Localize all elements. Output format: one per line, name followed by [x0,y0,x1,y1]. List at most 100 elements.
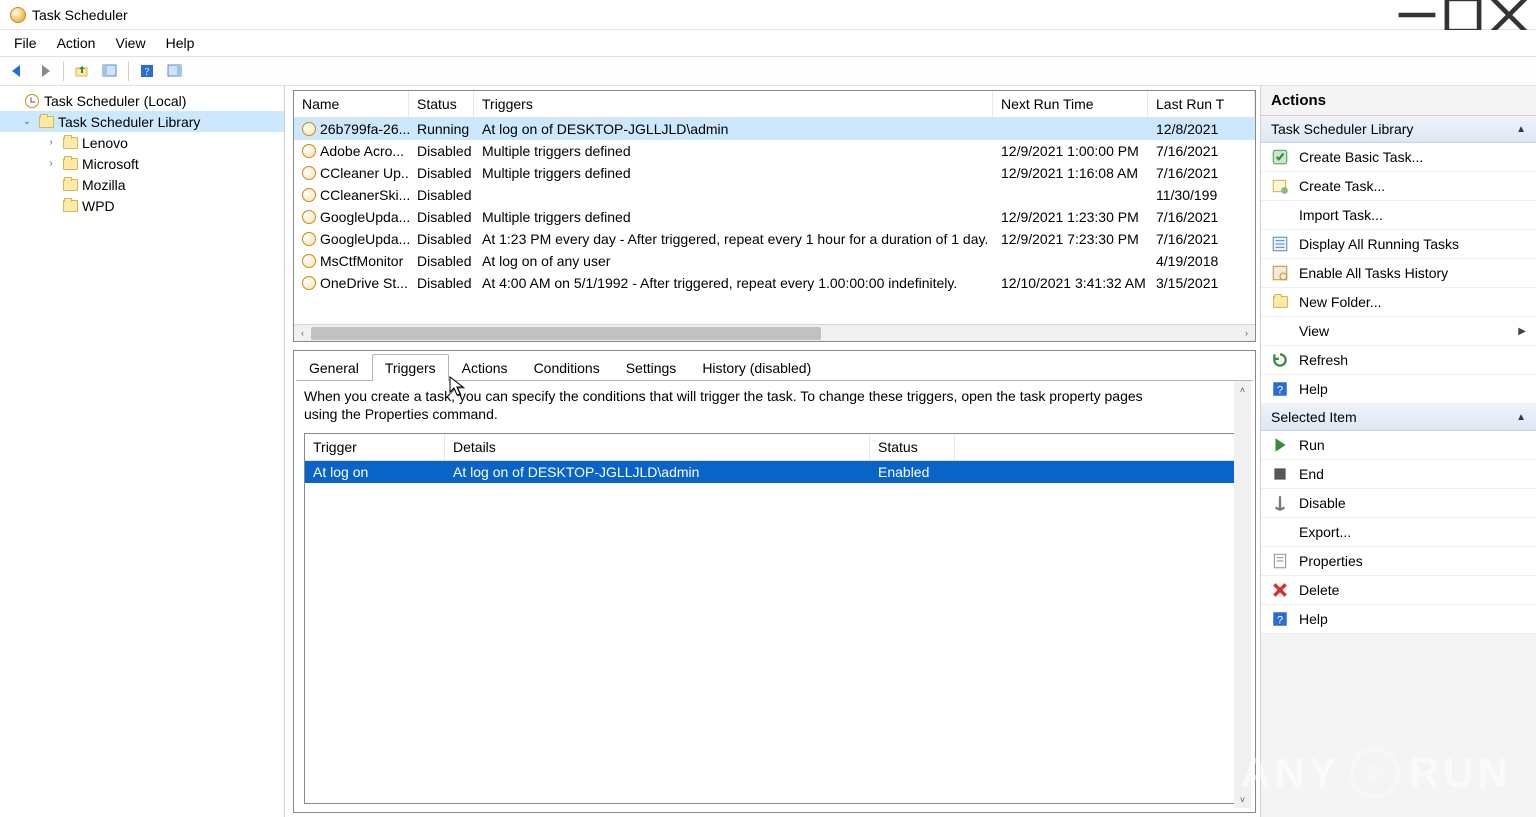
task-row[interactable]: GoogleUpda...DisabledAt 1:23 PM every da… [294,228,1255,250]
up-folder-button[interactable] [69,58,95,84]
tree-library-label: Task Scheduler Library [58,114,200,130]
collapse-icon[interactable]: ▲ [1516,412,1526,423]
tree-library[interactable]: ⌄ Task Scheduler Library [0,111,284,132]
task-name: CCleaner Up... [320,165,409,181]
show-hide-console-tree-button[interactable] [97,58,123,84]
minimize-button[interactable] [1394,1,1440,29]
new-folder-icon [1271,293,1289,311]
tree-root-label: Task Scheduler (Local) [44,93,186,109]
task-row[interactable]: CCleaner Up...DisabledMultiple triggers … [294,162,1255,184]
action-view[interactable]: View ▶ [1261,317,1536,346]
task-name: OneDrive St... [320,275,408,291]
task-next-run: 12/9/2021 7:23:30 PM [993,231,1148,247]
action-help[interactable]: ? Help [1261,375,1536,404]
scroll-left-icon[interactable]: ‹ [294,325,311,342]
show-hide-action-pane-button[interactable] [162,58,188,84]
task-next-run: 12/9/2021 1:00:00 PM [993,143,1148,159]
action-import-task[interactable]: Import Task... [1261,201,1536,230]
col-status[interactable]: Status [409,91,474,117]
tab-general[interactable]: General [296,354,372,381]
action-refresh[interactable]: Refresh [1261,346,1536,375]
action-display-running[interactable]: Display All Running Tasks [1261,230,1536,259]
action-new-folder[interactable]: New Folder... [1261,288,1536,317]
action-delete[interactable]: Delete [1261,576,1536,605]
action-create-task[interactable]: Create Task... [1261,172,1536,201]
task-row[interactable]: CCleanerSki...Disabled11/30/199 [294,184,1255,206]
tab-actions[interactable]: Actions [449,354,521,381]
action-end[interactable]: End [1261,460,1536,489]
window-title: Task Scheduler [32,7,1394,23]
task-row[interactable]: OneDrive St...DisabledAt 4:00 AM on 5/1/… [294,272,1255,294]
task-row[interactable]: 26b799fa-26...RunningAt log on of DESKTO… [294,118,1255,140]
forward-button[interactable] [32,58,58,84]
col-name[interactable]: Name [294,91,409,117]
tabs-bar: General Triggers Actions Conditions Sett… [294,351,1255,380]
task-last-run: 3/15/2021 [1148,275,1255,291]
task-triggers: At 4:00 AM on 5/1/1992 - After triggered… [474,275,993,291]
col-details[interactable]: Details [445,434,870,460]
svg-text:?: ? [145,67,150,78]
col-trigger[interactable]: Trigger [305,434,445,460]
col-status[interactable]: Status [870,434,955,460]
toolbar-separator [63,61,64,81]
action-enable-history[interactable]: Enable All Tasks History [1261,259,1536,288]
task-row[interactable]: MsCtfMonitorDisabledAt log on of any use… [294,250,1255,272]
col-last-run[interactable]: Last Run T [1148,91,1255,117]
horizontal-scrollbar[interactable]: ‹ › [294,324,1255,341]
tree-item-microsoft[interactable]: › Microsoft [0,153,284,174]
scroll-up-icon[interactable]: ˄ [1234,381,1251,398]
menu-file[interactable]: File [4,31,47,55]
tree-root[interactable]: Task Scheduler (Local) [0,90,284,111]
help-button[interactable]: ? [134,58,160,84]
task-last-run: 7/16/2021 [1148,231,1255,247]
menu-action[interactable]: Action [47,31,106,55]
tab-conditions[interactable]: Conditions [521,354,613,381]
back-button[interactable] [4,58,30,84]
task-item-icon [302,254,316,268]
task-row[interactable]: GoogleUpda...DisabledMultiple triggers d… [294,206,1255,228]
scroll-thumb[interactable] [311,327,821,340]
tree-item-label: Microsoft [82,156,139,172]
expand-icon[interactable]: › [44,158,58,169]
expand-icon[interactable]: › [44,137,58,148]
task-last-run: 11/30/199 [1148,187,1255,203]
action-help-2[interactable]: ? Help [1261,605,1536,634]
vertical-scrollbar[interactable]: ˄ ˅ [1234,381,1251,808]
menu-help[interactable]: Help [156,31,205,55]
task-item-icon [302,122,316,136]
blank-icon [1271,322,1289,340]
toolbar-separator [128,61,129,81]
maximize-button[interactable] [1440,1,1486,29]
action-export[interactable]: Export... [1261,518,1536,547]
trigger-row[interactable]: At log on At log on of DESKTOP-JGLLJLD\a… [305,461,1244,483]
action-disable[interactable]: Disable [1261,489,1536,518]
menu-view[interactable]: View [105,31,155,55]
actions-group-selected[interactable]: Selected Item ▲ [1261,404,1536,431]
task-next-run: 12/9/2021 1:23:30 PM [993,209,1148,225]
collapse-icon[interactable]: ⌄ [20,116,34,127]
scroll-right-icon[interactable]: › [1238,325,1255,342]
task-row[interactable]: Adobe Acro...DisabledMultiple triggers d… [294,140,1255,162]
col-triggers[interactable]: Triggers [474,91,993,117]
tab-settings[interactable]: Settings [613,354,690,381]
action-run[interactable]: Run [1261,431,1536,460]
submenu-icon: ▶ [1518,326,1526,337]
blank-icon [1271,523,1289,541]
scroll-down-icon[interactable]: ˅ [1234,791,1251,808]
tree-item-wpd[interactable]: WPD [0,195,284,216]
task-last-run: 7/16/2021 [1148,165,1255,181]
actions-group-library[interactable]: Task Scheduler Library ▲ [1261,116,1536,143]
task-icon [1271,177,1289,195]
close-button[interactable] [1486,1,1532,29]
action-create-basic-task[interactable]: Create Basic Task... [1261,143,1536,172]
tree-item-mozilla[interactable]: Mozilla [0,174,284,195]
collapse-icon[interactable]: ▲ [1516,124,1526,135]
task-last-run: 7/16/2021 [1148,143,1255,159]
tree-item-lenovo[interactable]: › Lenovo [0,132,284,153]
tab-history[interactable]: History (disabled) [689,354,824,381]
toolbar: ? [0,56,1536,86]
col-next-run[interactable]: Next Run Time [993,91,1148,117]
tab-triggers[interactable]: Triggers [372,354,449,381]
action-properties[interactable]: Properties [1261,547,1536,576]
actions-pane-title: Actions [1261,86,1536,116]
